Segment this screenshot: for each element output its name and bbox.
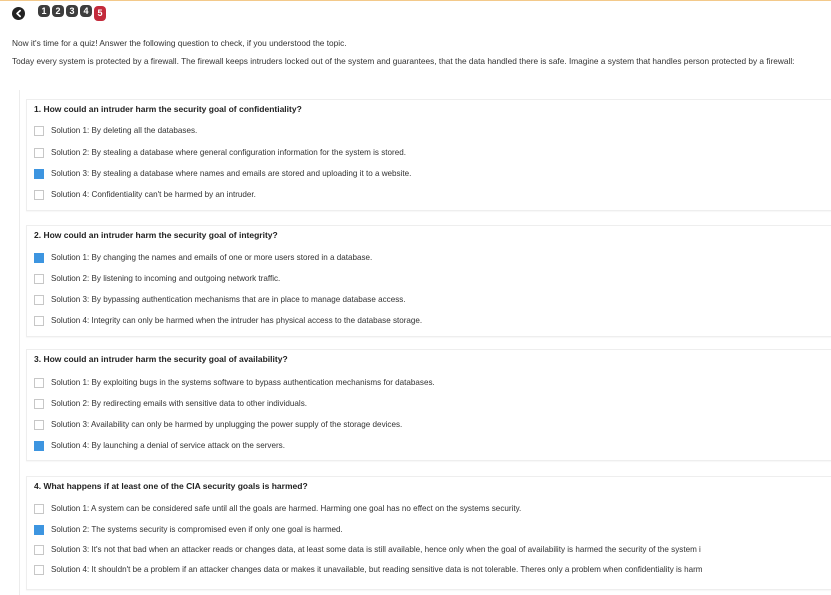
answer-option[interactable]: Solution 2: By stealing a database where… <box>34 147 406 158</box>
checkbox-checked[interactable] <box>34 252 44 263</box>
checkbox[interactable] <box>34 315 44 326</box>
answer-option[interactable]: Solution 4: Confidentiality can't be har… <box>34 189 256 200</box>
answer-label: Solution 2: By listening to incoming and… <box>51 274 281 283</box>
answer-label: Solution 2: By redirecting emails with s… <box>51 399 307 408</box>
answer-label: Solution 1: A system can be considered s… <box>51 504 522 513</box>
question-title: 1. How could an intruder harm the securi… <box>34 104 302 114</box>
answer-label: Solution 2: By stealing a database where… <box>51 148 406 157</box>
answer-label: Solution 4: Confidentiality can't be har… <box>51 190 256 199</box>
answer-label: Solution 3: By bypassing authentication … <box>51 295 406 304</box>
answer-label: Solution 1: By deleting all the database… <box>51 126 198 135</box>
checkbox-checked[interactable] <box>34 524 44 535</box>
answer-label: Solution 2: The systems security is comp… <box>51 525 343 534</box>
checkbox[interactable] <box>34 564 44 575</box>
checkbox[interactable] <box>34 147 44 158</box>
answer-label: Solution 3: Availability can only be har… <box>51 420 403 429</box>
answer-option[interactable]: Solution 1: By deleting all the database… <box>34 125 197 136</box>
checkbox[interactable] <box>34 189 44 200</box>
checkbox[interactable] <box>34 503 44 514</box>
quiz-navigation: 1 2 3 4 5 <box>12 5 108 21</box>
quiz-page: 1 2 3 4 5 Now it's time for a quiz! Answ… <box>0 0 831 595</box>
checkbox-checked[interactable] <box>34 440 44 451</box>
step-3-button[interactable]: 3 <box>66 5 78 17</box>
question-title: 4. What happens if at least one of the C… <box>34 481 308 491</box>
step-1-button[interactable]: 1 <box>38 5 50 17</box>
checkbox[interactable] <box>34 273 44 284</box>
question-title: 2. How could an intruder harm the securi… <box>34 230 278 240</box>
step-5-button-active[interactable]: 5 <box>94 6 106 21</box>
answer-option[interactable]: Solution 1: By exploiting bugs in the sy… <box>34 377 435 388</box>
answer-option[interactable]: Solution 1: A system can be considered s… <box>34 503 521 514</box>
quiz-description: Today every system is protected by a fir… <box>12 56 795 66</box>
answer-option[interactable]: Solution 3: By bypassing authentication … <box>34 294 406 305</box>
checkbox[interactable] <box>34 419 44 430</box>
answer-option[interactable]: Solution 4: By launching a denial of ser… <box>34 440 285 451</box>
checkbox[interactable] <box>34 294 44 305</box>
answer-label: Solution 4: Integrity can only be harmed… <box>51 316 423 325</box>
answer-label: Solution 1: By changing the names and em… <box>51 253 373 262</box>
checkbox[interactable] <box>34 377 44 388</box>
question-card: 1. How could an intruder harm the securi… <box>26 99 831 211</box>
checkbox[interactable] <box>34 125 44 136</box>
answer-label: Solution 4: By launching a denial of ser… <box>51 441 285 450</box>
answer-option[interactable]: Solution 4: It shouldn't be a problem if… <box>34 564 703 575</box>
question-title: 3. How could an intruder harm the securi… <box>34 354 288 364</box>
content-divider <box>19 90 20 595</box>
answer-option[interactable]: Solution 3: By stealing a database where… <box>34 168 411 179</box>
answer-option[interactable]: Solution 2: The systems security is comp… <box>34 524 343 535</box>
answer-label: Solution 3: It's not that bad when an at… <box>51 545 701 554</box>
quiz-intro-text: Now it's time for a quiz! Answer the fol… <box>12 38 347 48</box>
step-2-button[interactable]: 2 <box>52 5 64 17</box>
answer-option[interactable]: Solution 2: By redirecting emails with s… <box>34 398 307 409</box>
answer-option[interactable]: Solution 4: Integrity can only be harmed… <box>34 315 422 326</box>
back-arrow-icon[interactable] <box>12 6 25 20</box>
checkbox[interactable] <box>34 398 44 409</box>
answer-label: Solution 1: By exploiting bugs in the sy… <box>51 378 435 387</box>
step-indicator: 1 2 3 4 5 <box>38 5 108 21</box>
answer-option[interactable]: Solution 3: Availability can only be har… <box>34 419 402 430</box>
question-card: 2. How could an intruder harm the securi… <box>26 225 831 337</box>
checkbox-checked[interactable] <box>34 168 44 179</box>
answer-option[interactable]: Solution 3: It's not that bad when an at… <box>34 544 701 555</box>
answer-option[interactable]: Solution 1: By changing the names and em… <box>34 252 372 263</box>
step-4-button[interactable]: 4 <box>80 5 92 17</box>
question-card: 3. How could an intruder harm the securi… <box>26 349 831 461</box>
question-card: 4. What happens if at least one of the C… <box>26 476 831 590</box>
answer-option[interactable]: Solution 2: By listening to incoming and… <box>34 273 280 284</box>
checkbox[interactable] <box>34 544 44 555</box>
answer-label: Solution 3: By stealing a database where… <box>51 169 412 178</box>
top-border <box>0 0 831 1</box>
answer-label: Solution 4: It shouldn't be a problem if… <box>51 565 703 574</box>
